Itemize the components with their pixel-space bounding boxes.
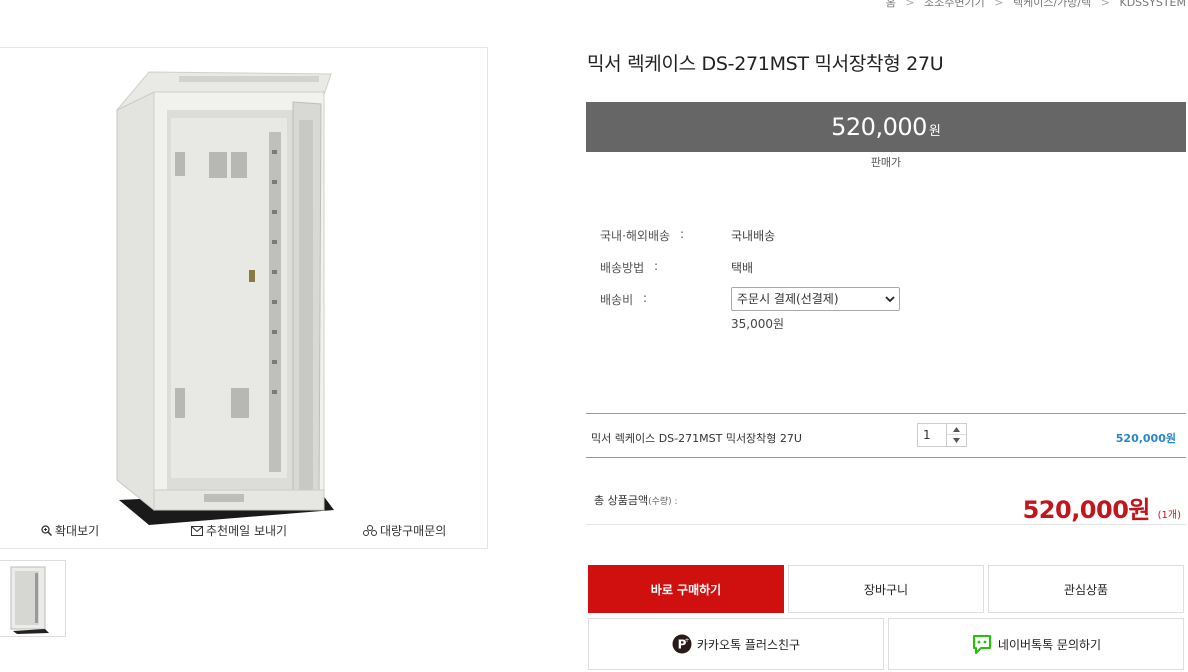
breadcrumb-separator: > bbox=[1100, 0, 1110, 9]
kakao-label: 카카오톡 플러스친구 bbox=[696, 637, 801, 652]
colon: : bbox=[680, 227, 685, 241]
product-title: 믹서 렉케이스 DS-271MST 믹서장착형 27U bbox=[587, 53, 944, 75]
breadcrumb-category-1[interactable]: 조조주변기기 bbox=[924, 0, 985, 9]
shipping-scope-value: 국내배송 bbox=[731, 229, 776, 243]
price-caption: 판매가 bbox=[870, 156, 902, 169]
rack-cabinet-thumbnail bbox=[10, 566, 49, 634]
divider bbox=[586, 457, 1186, 458]
quantity-stepper[interactable] bbox=[946, 423, 967, 447]
quantity-decrease-button[interactable] bbox=[947, 435, 966, 446]
shipping-method-label: 배송방법 bbox=[600, 261, 645, 275]
shipping-method-value: 택배 bbox=[731, 261, 754, 275]
breadcrumb-separator: > bbox=[905, 0, 915, 9]
chevron-down-icon bbox=[885, 296, 895, 303]
price-value: 520,000 bbox=[831, 113, 927, 141]
colon: : bbox=[654, 259, 659, 273]
product-thumbnail[interactable] bbox=[0, 560, 66, 637]
breadcrumb-home[interactable]: 홈 bbox=[886, 0, 896, 9]
breadcrumb: 홈 > 조조주변기기 > 렉케이스/가방/렉 > KDSSYSTEM bbox=[880, 0, 1186, 10]
quantity-increase-button[interactable] bbox=[947, 424, 966, 435]
naver-talk-inquiry-button[interactable]: 네이버톡톡 문의하기 bbox=[888, 618, 1184, 670]
shipping-fee-select-value: 주문시 결제(선결제) bbox=[737, 292, 839, 306]
breadcrumb-category-3[interactable]: KDSSYSTEM bbox=[1119, 0, 1186, 9]
add-to-cart-button[interactable]: 장바구니 bbox=[788, 565, 984, 613]
cart-label: 장바구니 bbox=[863, 582, 909, 597]
shipping-scope-label: 국내·해외배송 bbox=[600, 229, 671, 243]
bulk-inquiry-button[interactable]: 대량구매문의 bbox=[363, 522, 446, 539]
wishlist-button[interactable]: 관심상품 bbox=[988, 565, 1184, 613]
buy-now-button[interactable]: 바로 구매하기 bbox=[588, 565, 784, 613]
price-unit: 원 bbox=[928, 124, 941, 139]
breadcrumb-category-2[interactable]: 렉케이스/가방/렉 bbox=[1013, 0, 1091, 9]
shipping-fee-amount: 35,000원 bbox=[731, 317, 785, 331]
shipping-fee-select[interactable]: 주문시 결제(선결제) bbox=[731, 287, 900, 311]
zoom-button[interactable]: 확대보기 bbox=[41, 522, 99, 539]
mail-icon bbox=[191, 525, 203, 536]
wishlist-label: 관심상품 bbox=[1063, 582, 1109, 597]
total-label: 총 상품금액(수량) : bbox=[594, 492, 678, 508]
spinner-up-icon bbox=[953, 426, 960, 432]
option-price: 520,000원 bbox=[1115, 432, 1176, 445]
quantity-input[interactable]: 1 bbox=[917, 423, 947, 447]
zoom-label: 확대보기 bbox=[55, 524, 100, 538]
email-label: 추천메일 보내기 bbox=[206, 524, 288, 538]
colon: : bbox=[643, 291, 648, 305]
shipping-fee-label: 배송비 bbox=[600, 293, 634, 307]
divider bbox=[586, 524, 1186, 525]
spinner-down-icon bbox=[953, 438, 960, 443]
svg-text:+: + bbox=[684, 637, 689, 644]
total-label-text: 총 상품금액 bbox=[594, 494, 649, 507]
option-product-name: 믹서 렉케이스 DS-271MST 믹서장착형 27U bbox=[591, 432, 802, 445]
total-count: (1개) bbox=[1157, 510, 1181, 521]
kakao-plus-friend-button[interactable]: P + 카카오톡 플러스친구 bbox=[588, 618, 884, 670]
divider bbox=[586, 413, 1186, 414]
kakao-plus-icon: P+ bbox=[672, 634, 692, 654]
naver-talk-icon bbox=[972, 635, 991, 654]
bulk-label: 대량구매문의 bbox=[380, 524, 447, 538]
total-amount: 520,000원 bbox=[1022, 496, 1151, 524]
product-main-image[interactable]: 확대보기 추천메일 보내기 대량구매문의 bbox=[0, 47, 488, 549]
rack-cabinet-image bbox=[115, 71, 334, 525]
email-recommend-button[interactable]: 추천메일 보내기 bbox=[191, 522, 287, 539]
naver-label: 네이버톡톡 문의하기 bbox=[997, 637, 1102, 652]
buy-now-label: 바로 구매하기 bbox=[650, 582, 722, 597]
total-label-sub: (수량) : bbox=[648, 497, 678, 507]
price-bar: 520,000 원 bbox=[586, 102, 1186, 152]
breadcrumb-separator: > bbox=[994, 0, 1004, 9]
zoom-icon bbox=[41, 525, 52, 536]
group-icon bbox=[363, 524, 377, 536]
